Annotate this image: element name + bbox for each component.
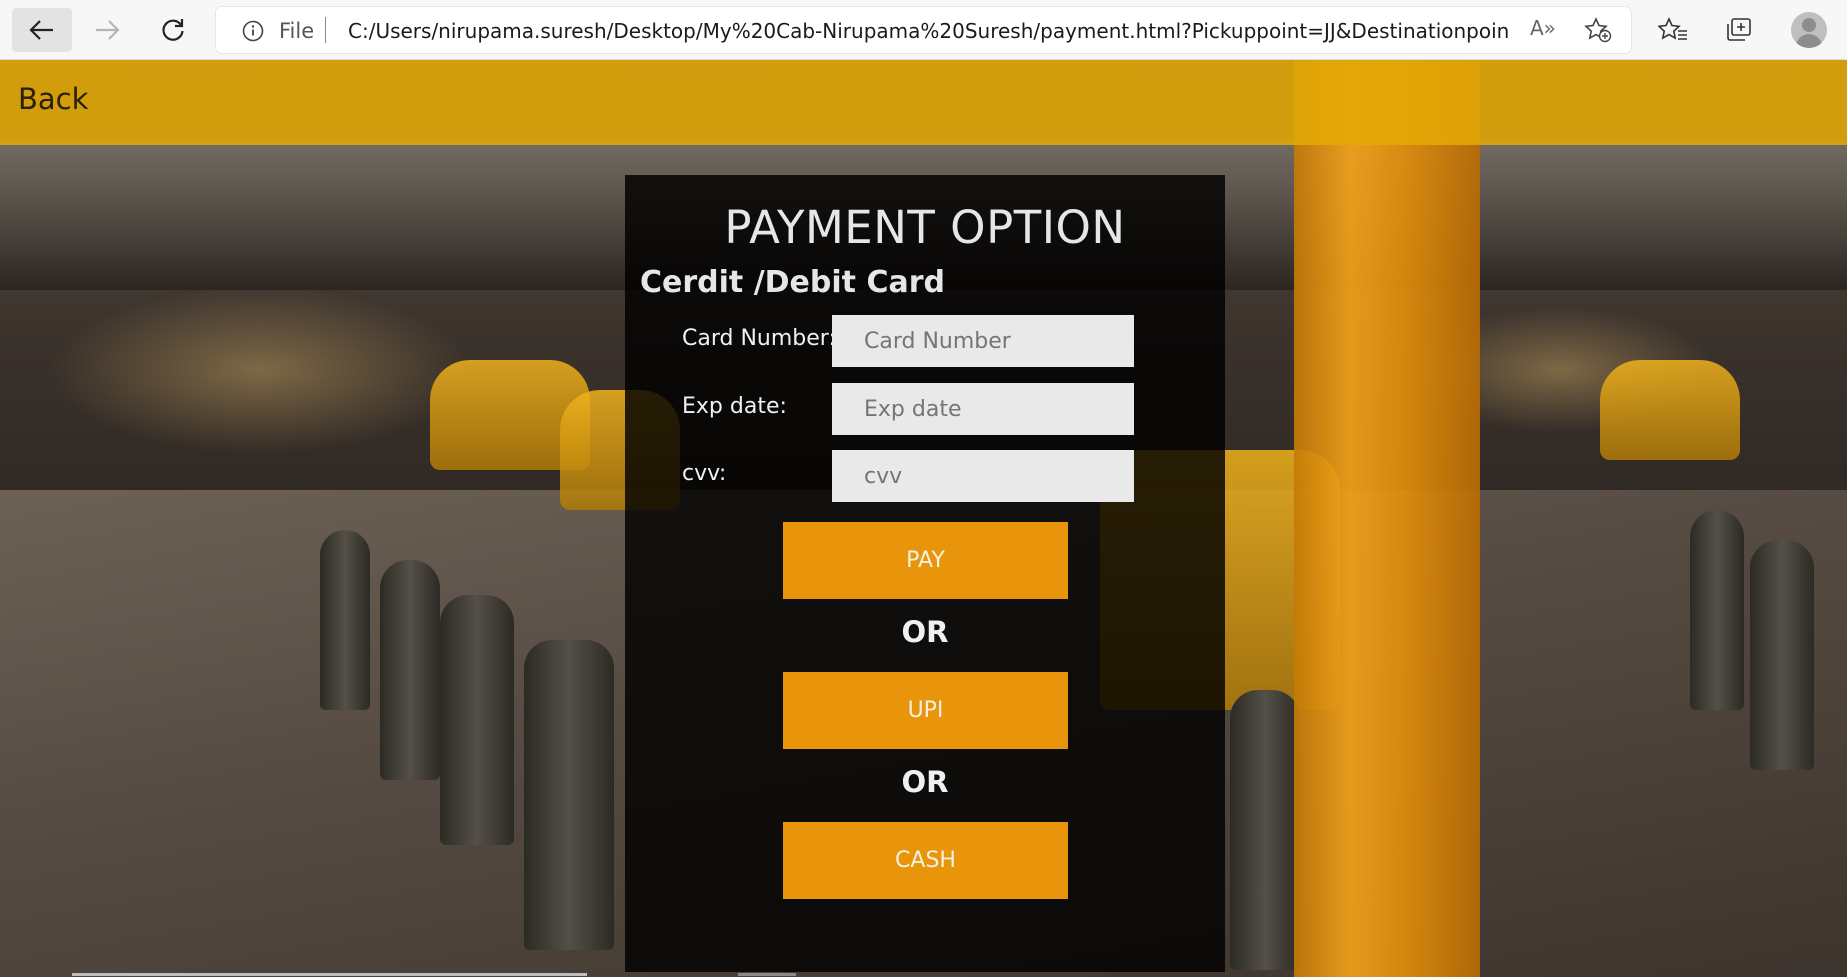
profile-avatar[interactable]	[1791, 12, 1827, 48]
card-number-input[interactable]	[832, 315, 1134, 367]
back-nav-button[interactable]	[12, 8, 72, 52]
cvv-label: cvv:	[682, 461, 727, 486]
card-section-title: Cerdit /Debit Card	[640, 265, 945, 300]
exp-date-label: Exp date:	[682, 394, 787, 419]
cash-button[interactable]: CASH	[783, 822, 1068, 899]
arrow-left-icon	[29, 20, 53, 40]
bollard	[320, 530, 370, 710]
add-favorite-icon[interactable]	[1584, 17, 1612, 43]
collections-icon	[1727, 18, 1751, 41]
bollard	[440, 595, 514, 845]
scrollbar-marker	[738, 973, 796, 976]
top-nav-bar: Back	[0, 60, 1847, 145]
upi-button[interactable]: UPI	[783, 672, 1068, 749]
page-viewport: Back PAYMENT OPTION Cerdit /Debit Card C…	[0, 60, 1847, 977]
horizontal-scrollbar[interactable]	[72, 973, 587, 976]
favorites-button[interactable]	[1656, 13, 1690, 47]
bollard	[1690, 510, 1744, 710]
page-title: PAYMENT OPTION	[724, 201, 1126, 254]
back-link[interactable]: Back	[18, 82, 88, 116]
favorites-icon	[1658, 17, 1687, 40]
cvv-input[interactable]	[832, 450, 1134, 502]
arrow-right-icon	[96, 20, 120, 40]
info-icon[interactable]	[242, 20, 264, 42]
bollard	[1230, 690, 1300, 970]
or-divider: OR	[901, 765, 949, 799]
refresh-icon	[162, 19, 184, 41]
read-aloud-icon[interactable]: A»	[1530, 16, 1556, 40]
card-number-label: Card Number:	[682, 326, 836, 351]
bollard	[524, 640, 614, 950]
browser-toolbar: File C:/Users/nirupama.suresh/Desktop/My…	[0, 0, 1847, 60]
refresh-button[interactable]	[143, 8, 203, 52]
yellow-pillar	[1294, 60, 1480, 977]
taxi-shape	[1600, 360, 1740, 460]
bollard	[1750, 540, 1814, 770]
address-bar[interactable]: File C:/Users/nirupama.suresh/Desktop/My…	[216, 7, 1631, 53]
url-text[interactable]: C:/Users/nirupama.suresh/Desktop/My%20Ca…	[348, 19, 1508, 43]
forward-nav-button[interactable]	[77, 8, 137, 52]
file-label: File	[279, 19, 315, 43]
bollard	[380, 560, 440, 780]
or-divider: OR	[901, 615, 949, 649]
pay-button[interactable]: PAY	[783, 522, 1068, 599]
address-separator	[325, 17, 326, 43]
payment-panel: PAYMENT OPTION Cerdit /Debit Card Card N…	[625, 175, 1225, 972]
collections-button[interactable]	[1722, 13, 1756, 47]
exp-date-input[interactable]	[832, 383, 1134, 435]
